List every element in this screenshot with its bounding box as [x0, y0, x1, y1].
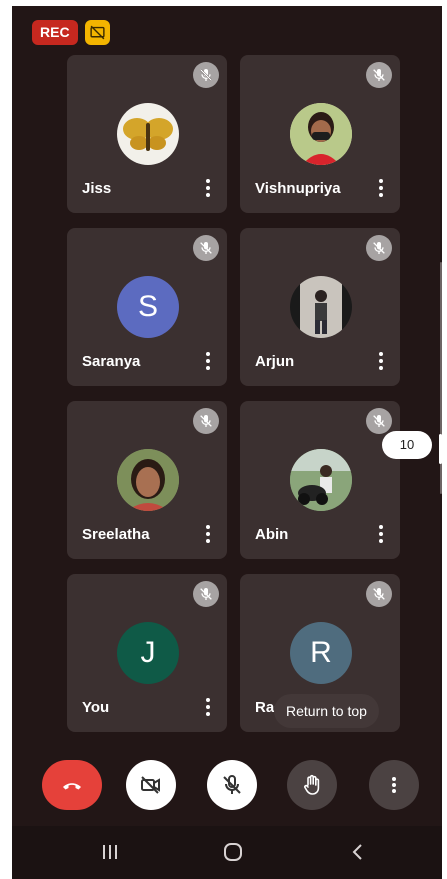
avatar	[290, 103, 352, 165]
participant-name: Vishnupriya	[255, 180, 341, 197]
avatar	[117, 449, 179, 511]
mic-off-icon	[223, 775, 241, 794]
recording-badge: REC	[32, 20, 78, 45]
more-options-button[interactable]	[369, 760, 419, 810]
participant-tile-sreelatha[interactable]: Sreelatha	[67, 401, 227, 559]
participant-tile-jiss[interactable]: Jiss	[67, 55, 227, 213]
avatar	[290, 276, 352, 338]
camera-toggle-button[interactable]	[126, 760, 176, 810]
recents-icon	[103, 845, 117, 859]
more-options-icon[interactable]	[205, 352, 211, 372]
mic-off-icon	[366, 408, 392, 434]
raise-hand-button[interactable]	[287, 760, 337, 810]
mic-off-icon	[193, 235, 219, 261]
participant-name: You	[82, 699, 110, 716]
screen-share-off-icon[interactable]	[85, 20, 110, 45]
mic-off-icon	[366, 581, 392, 607]
camera-off-icon	[141, 776, 160, 794]
avatar: J	[117, 622, 179, 684]
mic-toggle-button[interactable]	[207, 760, 257, 810]
more-options-icon[interactable]	[205, 698, 211, 718]
more-vertical-icon	[392, 777, 396, 793]
more-options-icon[interactable]	[378, 179, 384, 199]
back-button[interactable]	[338, 838, 378, 866]
participant-tile-vishnupriya[interactable]: Vishnupriya	[240, 55, 400, 213]
participant-tile-you[interactable]: J You	[67, 574, 227, 732]
more-options-icon[interactable]	[205, 525, 211, 545]
phone-hangup-icon	[63, 783, 81, 790]
mic-off-icon	[366, 235, 392, 261]
mic-off-icon	[366, 62, 392, 88]
participant-name: Arjun	[255, 353, 295, 370]
more-options-icon[interactable]	[378, 525, 384, 545]
avatar	[117, 103, 179, 165]
return-to-top-button[interactable]: Return to top	[274, 694, 379, 728]
participant-name: Jiss	[82, 180, 112, 197]
scrollbar-thumb[interactable]	[439, 434, 442, 464]
back-icon	[352, 844, 362, 860]
meeting-screen: REC Jiss Vishnupriya S Saranya Arjun Sre…	[12, 6, 442, 879]
recents-button[interactable]	[90, 838, 130, 866]
participant-tile-abin[interactable]: Abin	[240, 401, 400, 559]
participant-tile-saranya[interactable]: S Saranya	[67, 228, 227, 386]
mic-off-icon	[193, 62, 219, 88]
avatar: S	[117, 276, 179, 338]
participant-name: Abin	[255, 526, 289, 543]
participant-name: Saranya	[82, 353, 141, 370]
participant-name: Sreelatha	[82, 526, 150, 543]
more-options-icon[interactable]	[378, 352, 384, 372]
avatar	[290, 449, 352, 511]
avatar: R	[290, 622, 352, 684]
mic-off-icon	[193, 408, 219, 434]
page-indicator: 10	[382, 431, 432, 459]
home-button[interactable]	[213, 838, 253, 866]
more-options-icon[interactable]	[205, 179, 211, 199]
home-icon	[224, 843, 242, 861]
raise-hand-icon	[304, 774, 320, 795]
system-navigation-bar	[12, 826, 442, 879]
participant-tile-arjun[interactable]: Arjun	[240, 228, 400, 386]
end-call-button[interactable]	[42, 760, 102, 810]
mic-off-icon	[193, 581, 219, 607]
